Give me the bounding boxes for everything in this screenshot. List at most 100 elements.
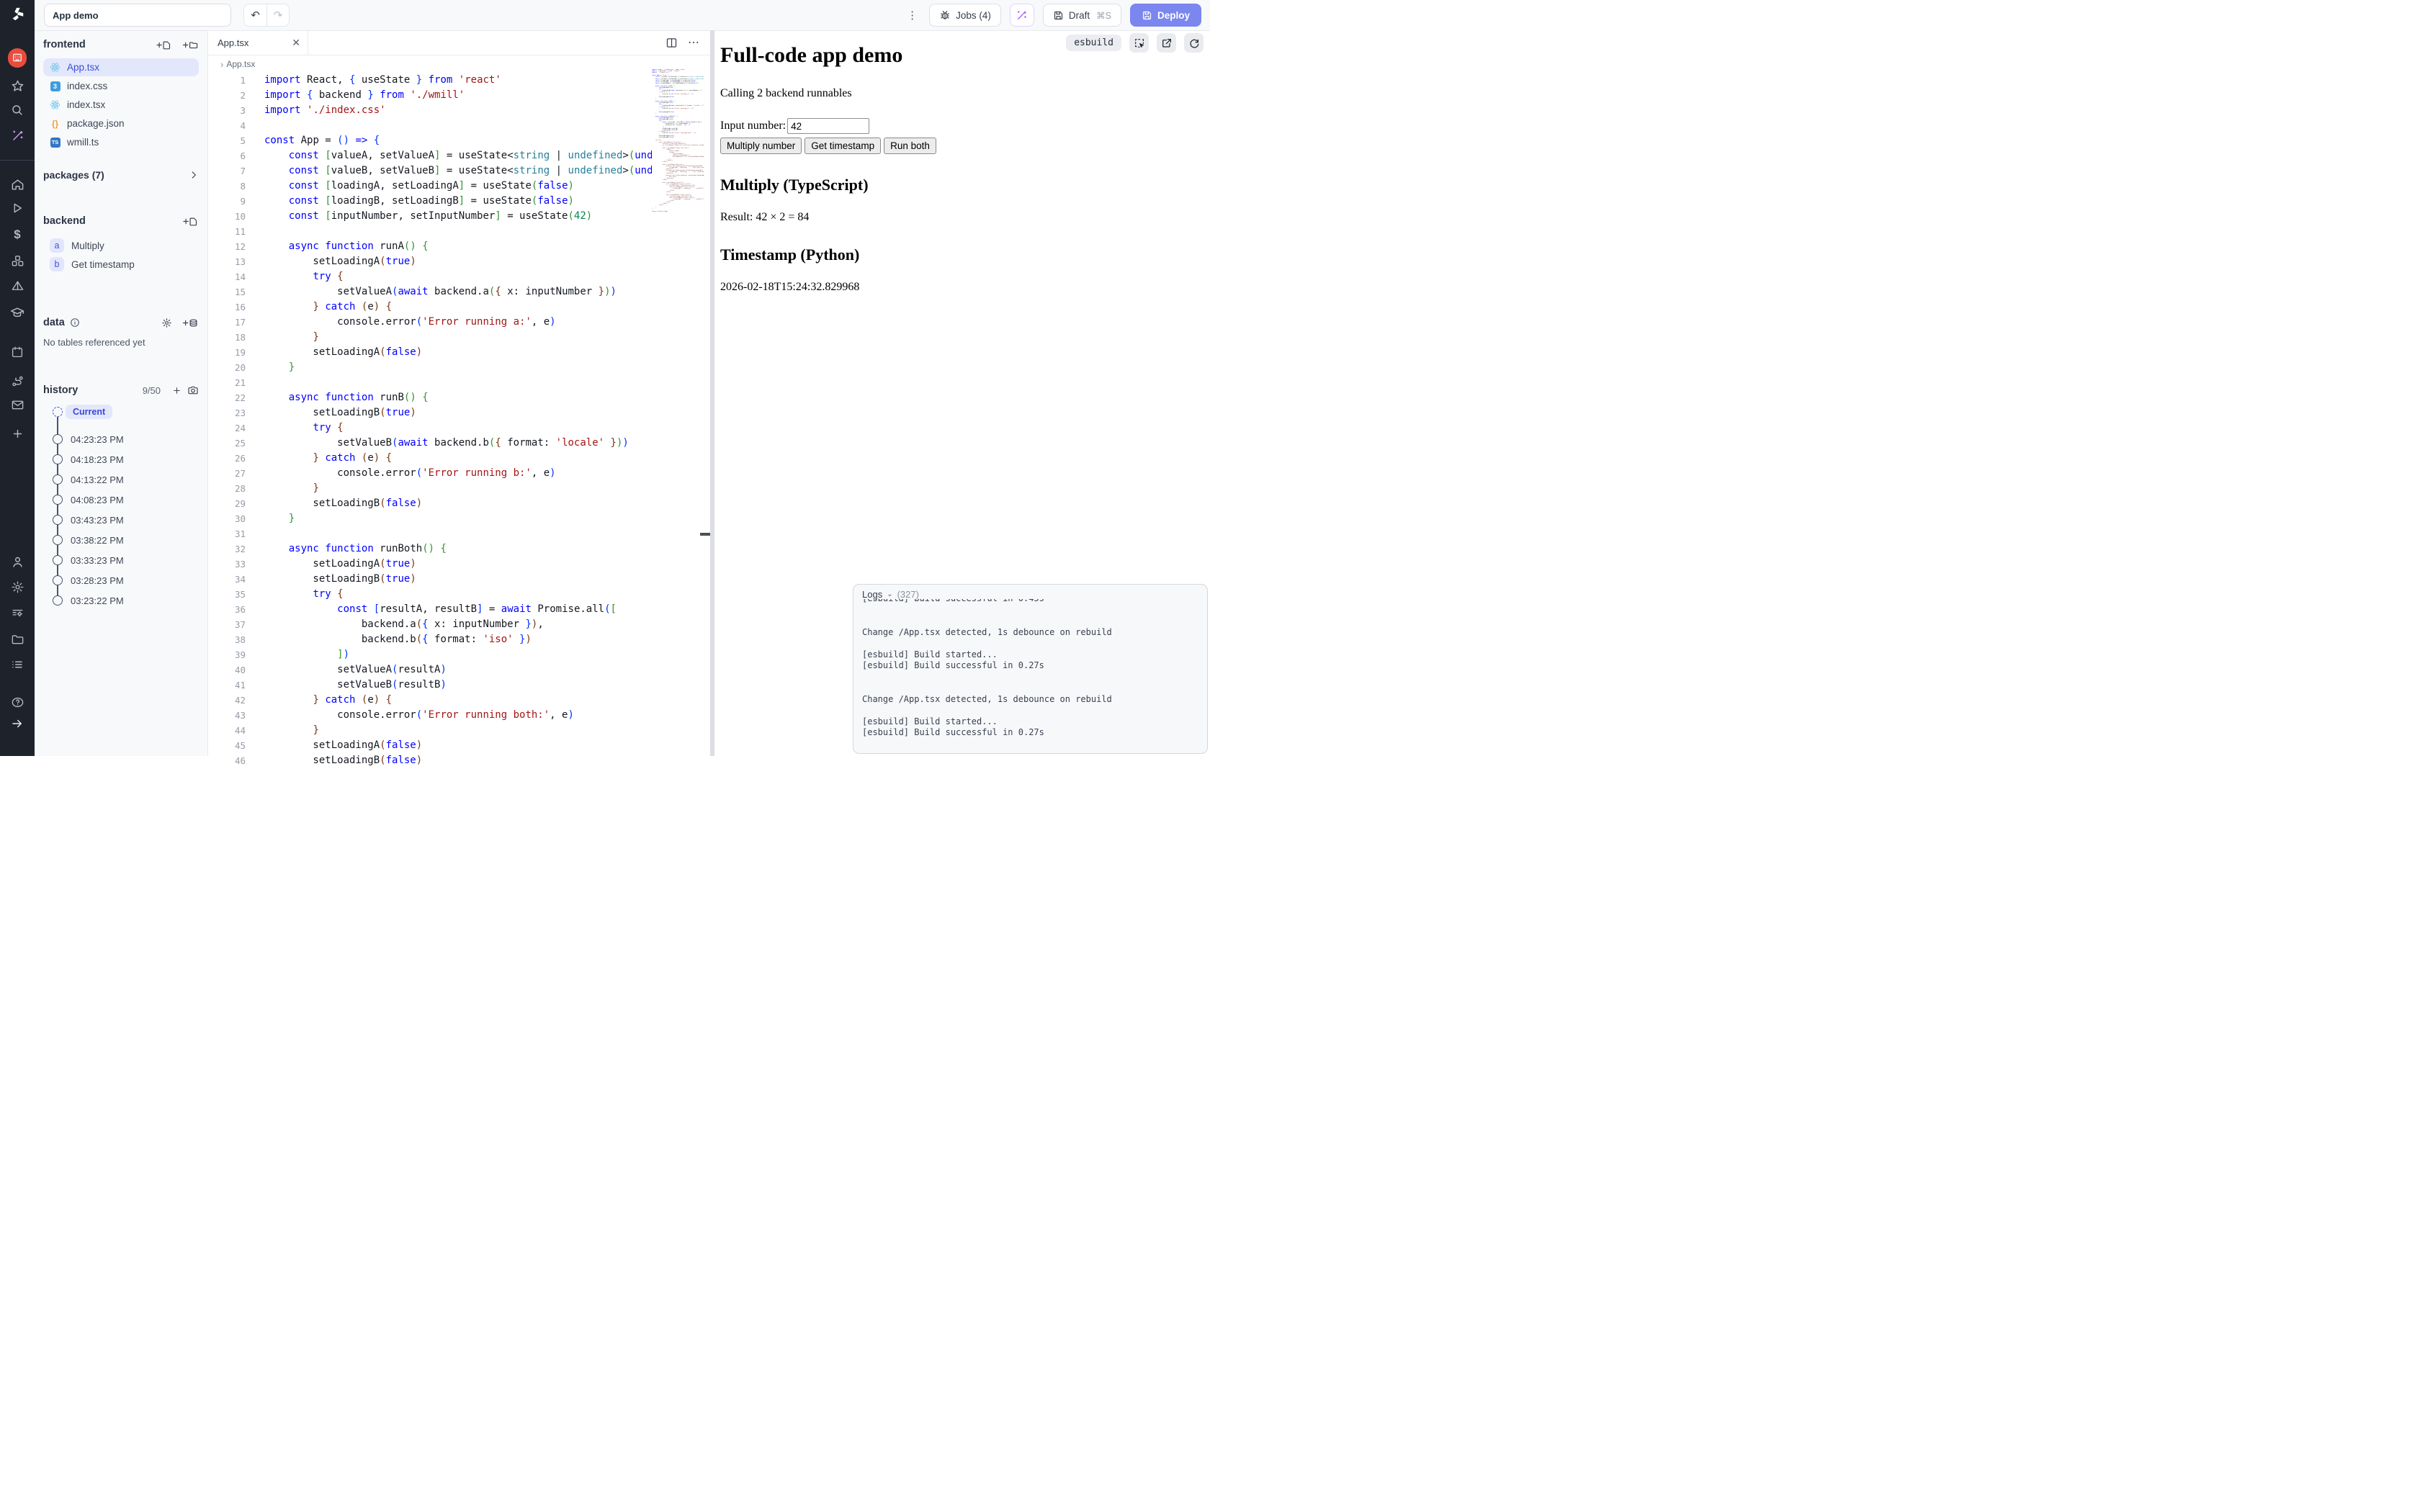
user-icon[interactable] <box>8 552 27 571</box>
code-line[interactable]: 22 async function runB() { <box>207 390 652 405</box>
code-line[interactable]: 14 try { <box>207 269 652 284</box>
code-line[interactable]: 37 backend.a({ x: inputNumber }), <box>207 617 652 632</box>
code-line[interactable]: 31 <box>207 526 652 541</box>
workspace-badge[interactable] <box>8 48 27 67</box>
code-line[interactable]: 30 } <box>207 511 652 526</box>
history-entry[interactable]: 03:33:23 PM <box>35 550 207 570</box>
history-entry[interactable]: 04:18:23 PM <box>35 449 207 469</box>
add-snapshot-button[interactable] <box>172 386 182 395</box>
code-line[interactable]: 36 const [resultA, resultB] = await Prom… <box>207 602 652 617</box>
windmill-logo[interactable] <box>8 5 27 24</box>
app-button-get-timestamp[interactable]: Get timestamp <box>805 138 881 154</box>
code-line[interactable]: 35 try { <box>207 587 652 602</box>
search-icon[interactable] <box>8 101 27 120</box>
code-line[interactable]: 41 setValueB(resultB) <box>207 678 652 693</box>
open-external-icon[interactable] <box>1157 33 1176 53</box>
code-line[interactable]: 45 setLoadingA(false) <box>207 738 652 753</box>
code-line[interactable]: 23 setLoadingB(true) <box>207 405 652 420</box>
inspect-icon[interactable] <box>1129 33 1149 53</box>
add-file-button[interactable] <box>156 40 172 50</box>
code-line[interactable]: 5const App = () => { <box>207 133 652 148</box>
code-line[interactable]: 32 async function runBoth() { <box>207 541 652 557</box>
add-folder-button[interactable] <box>182 40 199 50</box>
history-entry[interactable]: 04:08:23 PM <box>35 490 207 510</box>
file-row-wmill-ts[interactable]: TSwmill.ts <box>43 133 199 151</box>
redo-button[interactable]: ↷ <box>266 4 289 26</box>
input-number-field[interactable] <box>787 118 869 134</box>
code-line[interactable]: 13 setLoadingA(true) <box>207 254 652 269</box>
file-row-index-css[interactable]: 3index.css <box>43 77 199 95</box>
calendar-icon[interactable] <box>8 343 27 361</box>
code-line[interactable]: 21 <box>207 375 652 390</box>
file-row-App-tsx[interactable]: App.tsx <box>43 58 199 76</box>
code-lines[interactable]: 1import React, { useState } from 'react'… <box>207 73 652 768</box>
mail-icon[interactable] <box>8 395 27 414</box>
code-line[interactable]: 7 const [valueB, setValueB] = useState<s… <box>207 163 652 179</box>
code-line[interactable]: 34 setLoadingB(true) <box>207 572 652 587</box>
app-name-input[interactable] <box>44 4 231 27</box>
code-line[interactable]: 3import './index.css' <box>207 103 652 118</box>
code-line[interactable]: 11 <box>207 224 652 239</box>
route-icon[interactable] <box>8 372 27 390</box>
minimap[interactable]: import React, { useState } from 'react' … <box>652 69 704 217</box>
code-line[interactable]: 20 } <box>207 360 652 375</box>
code-line[interactable]: 12 async function runA() { <box>207 239 652 254</box>
code-line[interactable]: 44 } <box>207 723 652 738</box>
magic-wand-icon[interactable] <box>8 126 27 145</box>
code-line[interactable]: 39 ]) <box>207 647 652 662</box>
close-icon[interactable]: ✕ <box>292 37 300 49</box>
undo-button[interactable]: ↶ <box>244 4 266 26</box>
code-line[interactable]: 33 setLoadingA(true) <box>207 557 652 572</box>
history-current-row[interactable]: Current <box>35 402 207 422</box>
history-entry[interactable]: 04:23:23 PM <box>35 429 207 449</box>
refresh-icon[interactable] <box>1184 33 1204 53</box>
play-icon[interactable] <box>8 199 27 217</box>
app-button-multiply-number[interactable]: Multiply number <box>720 138 802 154</box>
code-line[interactable]: 28 } <box>207 481 652 496</box>
help-icon[interactable] <box>8 693 27 711</box>
breadcrumb[interactable]: › App.tsx <box>207 55 710 73</box>
code-line[interactable]: 29 setLoadingB(false) <box>207 496 652 511</box>
folder-icon[interactable] <box>8 630 27 649</box>
code-line[interactable]: 4 <box>207 118 652 133</box>
history-entry[interactable]: 03:28:23 PM <box>35 570 207 590</box>
code-line[interactable]: 46 setLoadingB(false) <box>207 753 652 768</box>
code-line[interactable]: 27 console.error('Error running b:', e) <box>207 466 652 481</box>
star-icon[interactable] <box>8 76 27 95</box>
logs-body[interactable]: [esbuild] Build successful in 0.45s Chan… <box>862 599 1201 749</box>
code-line[interactable]: 16 } catch (e) { <box>207 300 652 315</box>
code-line[interactable]: 24 try { <box>207 420 652 436</box>
worker-gear-icon[interactable] <box>8 603 27 622</box>
code-line[interactable]: 43 console.error('Error running both:', … <box>207 708 652 723</box>
code-line[interactable]: 15 setValueA(await backend.a({ x: inputN… <box>207 284 652 300</box>
history-entry[interactable]: 04:13:22 PM <box>35 469 207 490</box>
code-line[interactable]: 17 console.error('Error running a:', e) <box>207 315 652 330</box>
draft-button[interactable]: Draft ⌘S <box>1043 4 1121 27</box>
more-options-icon[interactable]: ⋯ <box>688 35 700 50</box>
code-line[interactable]: 26 } catch (e) { <box>207 451 652 466</box>
tab-app-tsx[interactable]: App.tsx ✕ <box>207 30 308 55</box>
kebab-menu-icon[interactable]: ⋮ <box>904 9 920 22</box>
code-line[interactable]: 18 } <box>207 330 652 345</box>
ai-wand-button[interactable] <box>1010 4 1034 27</box>
graduation-cap-icon[interactable] <box>8 303 27 322</box>
code-line[interactable]: 10 const [inputNumber, setInputNumber] =… <box>207 209 652 224</box>
code-line[interactable]: 1import React, { useState } from 'react' <box>207 73 652 88</box>
file-row-package-json[interactable]: {}package.json <box>43 114 199 132</box>
history-entry[interactable]: 03:38:22 PM <box>35 530 207 550</box>
file-row-index-tsx[interactable]: index.tsx <box>43 96 199 114</box>
gear-icon[interactable] <box>8 577 27 596</box>
code-line[interactable]: 6 const [valueA, setValueA] = useState<s… <box>207 148 652 163</box>
code-line[interactable]: 9 const [loadingB, setLoadingB] = useSta… <box>207 194 652 209</box>
prism-icon[interactable] <box>8 276 27 295</box>
packages-row[interactable]: packages (7) <box>43 166 199 184</box>
build-tool-badge[interactable]: esbuild <box>1066 35 1121 51</box>
app-button-run-both[interactable]: Run both <box>884 138 936 154</box>
cubes-icon[interactable] <box>8 251 27 270</box>
resize-handle[interactable] <box>700 533 710 536</box>
deploy-button[interactable]: Deploy <box>1130 4 1201 27</box>
arrow-right-icon[interactable] <box>8 714 27 733</box>
code-line[interactable]: 38 backend.b({ format: 'iso' }) <box>207 632 652 647</box>
jobs-button[interactable]: Jobs (4) <box>929 4 1001 27</box>
code-line[interactable]: 40 setValueA(resultA) <box>207 662 652 678</box>
